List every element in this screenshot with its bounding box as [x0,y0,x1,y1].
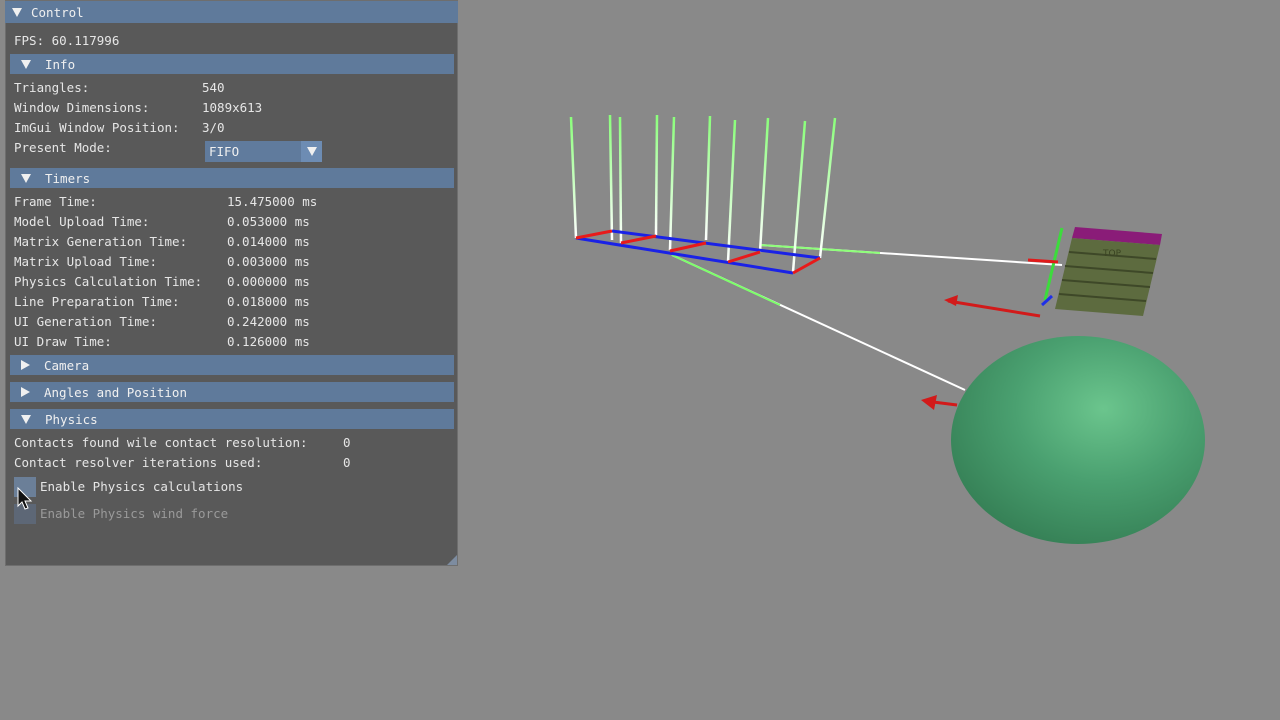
header-info[interactable]: Info [10,54,454,74]
timer-label: Matrix Upload Time: [14,254,157,269]
timer-value: 0.053000 ms [227,214,310,229]
timer-value: 0.126000 ms [227,334,310,349]
window-dimensions-label: Window Dimensions: [14,100,150,115]
combo-arrow-button[interactable] [301,141,322,162]
timer-value: 0.242000 ms [227,314,310,329]
present-mode-value: FIFO [209,144,240,159]
header-physics-label: Physics [45,411,98,427]
triangles-label: Triangles: [14,80,90,95]
timer-label: Model Upload Time: [14,214,150,229]
timer-value: 15.475000 ms [227,194,318,209]
header-timers-label: Timers [45,170,91,186]
iterations-value: 0 [343,455,351,470]
present-mode-label: Present Mode: [14,140,112,155]
triangle-down-icon [21,414,31,424]
timer-label: Line Preparation Time: [14,294,180,309]
crate-force-arrowhead [944,295,958,306]
enable-physics-label[interactable]: Enable Physics calculations [40,479,243,494]
timer-label: Frame Time: [14,194,97,209]
contacts-value: 0 [343,435,351,450]
imgui-position-label: ImGui Window Position: [14,120,180,135]
triangle-right-icon [21,387,30,397]
timer-label: Physics Calculation Time: [14,274,203,289]
timer-value: 0.000000 ms [227,274,310,289]
triangle-down-icon [21,59,31,69]
header-camera-label: Camera [44,357,90,373]
resize-grip[interactable] [447,555,457,565]
iterations-label: Contact resolver iterations used: [14,455,263,470]
mouse-pointer-icon [17,487,33,510]
control-window[interactable]: Control FPS: 60.117996 Info Triangles: 5… [5,0,458,566]
header-angles-label: Angles and Position [44,384,187,400]
enable-wind-label[interactable]: Enable Physics wind force [40,506,228,521]
window-dimensions-value: 1089x613 [202,100,263,115]
timer-label: UI Generation Time: [14,314,157,329]
header-camera[interactable]: Camera [10,355,454,375]
timer-value: 0.014000 ms [227,234,310,249]
contacts-label: Contacts found wile contact resolution: [14,435,308,450]
triangle-right-icon [21,360,30,370]
triangles-value: 540 [202,80,225,95]
header-info-label: Info [45,56,76,72]
crate-force-arrow [947,299,1041,318]
window-title: Control [31,4,84,20]
fps-text: FPS: 60.117996 [14,33,120,48]
crate: TOP [1055,227,1162,316]
crate-label: TOP [1102,249,1122,259]
timer-value: 0.003000 ms [227,254,310,269]
triangle-down-icon[interactable] [12,7,22,17]
timer-label: UI Draw Time: [14,334,112,349]
header-timers[interactable]: Timers [10,168,454,188]
present-mode-select[interactable]: FIFO [205,141,322,162]
window-titlebar[interactable]: Control [5,1,458,23]
header-physics[interactable]: Physics [10,409,454,429]
sphere [951,336,1205,544]
crate-axis-red-top [1027,258,1059,264]
sphere-force-arrowhead [921,395,937,410]
timer-label: Matrix Generation Time: [14,234,188,249]
chevron-down-icon [306,147,317,156]
triangle-down-icon [21,173,31,183]
timer-value: 0.018000 ms [227,294,310,309]
imgui-position-value: 3/0 [202,120,225,135]
header-angles-position[interactable]: Angles and Position [10,382,454,402]
force-lines [569,114,837,273]
